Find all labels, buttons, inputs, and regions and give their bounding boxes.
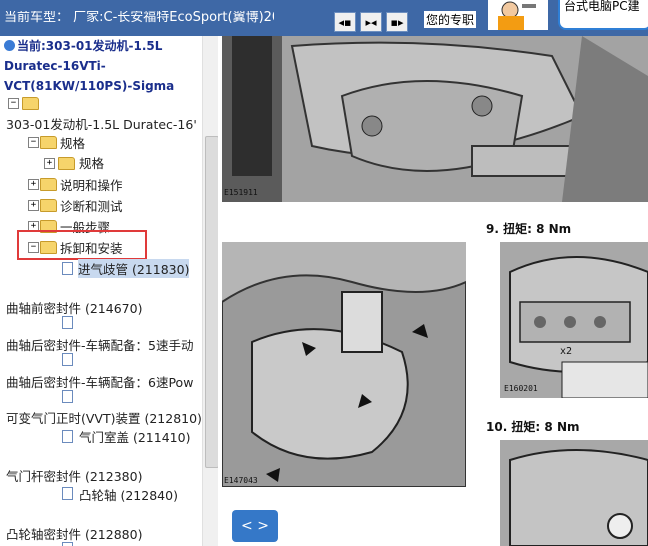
split-arrows-icon: ▸◂ xyxy=(365,15,377,29)
tree-item-front-seal[interactable]: 曲轴前密封件 (214670) xyxy=(6,298,142,317)
tree-scrollbar[interactable] xyxy=(202,36,219,546)
tree-item-camshaft-seal[interactable]: 凸轮轴密封件 (212880) xyxy=(6,524,142,543)
advert-bubble: 台式电脑PC建 xyxy=(558,0,648,30)
folder-icon xyxy=(40,178,57,191)
document-icon xyxy=(62,353,73,366)
pager-button[interactable]: < > xyxy=(232,510,278,542)
view-buttons: ◂▪ ▸◂ ▪▸ xyxy=(334,12,408,34)
document-icon xyxy=(62,316,73,329)
folder-icon xyxy=(40,199,57,212)
tree-item-engine[interactable]: 303-01发动机-1.5L Duratec-16' xyxy=(6,114,197,133)
current-vehicle-label: 当前车型： 厂家:C-长安福特EcoSport(翼博)2013 xyxy=(4,11,274,25)
arrow-left-icon: ◂▪ xyxy=(338,15,352,29)
intake-manifold-illustration: E147043 xyxy=(222,242,466,487)
advert-text: 台式电脑PC建 xyxy=(564,0,640,13)
navigation-tree: 当前:303-01发动机-1.5L Duratec-16VTi-VCT(81KW… xyxy=(0,36,218,546)
arrow-right-icon: ▪▸ xyxy=(390,15,404,29)
folder-open-icon xyxy=(40,136,57,149)
collapse-left-button[interactable]: ◂▪ xyxy=(334,12,356,32)
document-icon xyxy=(62,542,73,546)
tree-expander[interactable]: − xyxy=(8,98,19,109)
folder-icon xyxy=(58,157,75,170)
tree-item-valve-seal[interactable]: 气门杆密封件 (212380) xyxy=(6,466,142,485)
tree-item-rear-seal-5mt[interactable]: 曲轴后密封件-车辆配备：5速手动 xyxy=(6,335,193,354)
technician-icon xyxy=(488,0,548,30)
tree-expander[interactable]: + xyxy=(44,158,55,169)
document-icon xyxy=(62,487,73,500)
engine-subframe-illustration: E151911 xyxy=(222,36,648,202)
advert-banner[interactable]: 台式电脑PC建 xyxy=(478,0,648,36)
info-icon xyxy=(4,40,15,51)
step-9-torque: 9. 扭矩: 8 Nm xyxy=(486,222,572,236)
tree-item-description[interactable]: 说明和操作 xyxy=(60,175,123,194)
figure-code: E151911 xyxy=(224,188,258,197)
manifold-bolts-illustration-2 xyxy=(500,440,648,546)
folder-open-icon xyxy=(22,97,39,110)
document-icon xyxy=(62,390,73,403)
tree-item-spec-sub[interactable]: 规格 xyxy=(79,153,104,172)
content-pane: E151911 9. 扭矩: 8 Nm E147043 E160201 x2 1 xyxy=(218,36,648,546)
tree-item-vvt[interactable]: 可变气门正时(VVT)装置 (212810) xyxy=(6,408,202,427)
tree-expander[interactable]: + xyxy=(28,200,39,211)
tree-item-diagnosis[interactable]: 诊断和测试 xyxy=(60,196,123,215)
figure-code: E147043 xyxy=(224,476,258,485)
manifold-bolts-illustration: E160201 x2 xyxy=(500,242,648,398)
collapse-right-button[interactable]: ▪▸ xyxy=(386,12,408,32)
scrollbar-thumb[interactable] xyxy=(205,136,219,468)
tree-expander[interactable]: − xyxy=(28,137,39,148)
figure-code: E160201 xyxy=(504,384,538,393)
pro-label: 您的专职 xyxy=(424,11,477,28)
tree-item-valve-cover[interactable]: 气门室盖 (211410) xyxy=(79,427,190,446)
split-view-button[interactable]: ▸◂ xyxy=(360,12,382,32)
quantity-tag: x2 xyxy=(560,346,573,357)
tree-item-intake-manifold[interactable]: 进气歧管 (211830) xyxy=(78,259,190,278)
tree-item-rear-seal-6pow[interactable]: 曲轴后密封件-车辆配备：6速Pow xyxy=(6,372,193,391)
tree-expander[interactable]: + xyxy=(28,179,39,190)
current-section-title: 当前:303-01发动机-1.5L Duratec-16VTi-VCT(81KW… xyxy=(4,39,175,93)
title-bar: 当前车型： 厂家:C-长安福特EcoSport(翼博)2013 ◂▪ ▸◂ ▪▸… xyxy=(0,0,648,36)
highlight-frame xyxy=(17,230,147,260)
step-10-torque: 10. 扭矩: 8 Nm xyxy=(486,420,580,434)
document-icon xyxy=(62,262,73,275)
document-icon xyxy=(62,430,73,443)
tree-item-camshaft[interactable]: 凸轮轴 (212840) xyxy=(79,485,178,504)
tree-item-spec[interactable]: 规格 xyxy=(60,133,85,152)
